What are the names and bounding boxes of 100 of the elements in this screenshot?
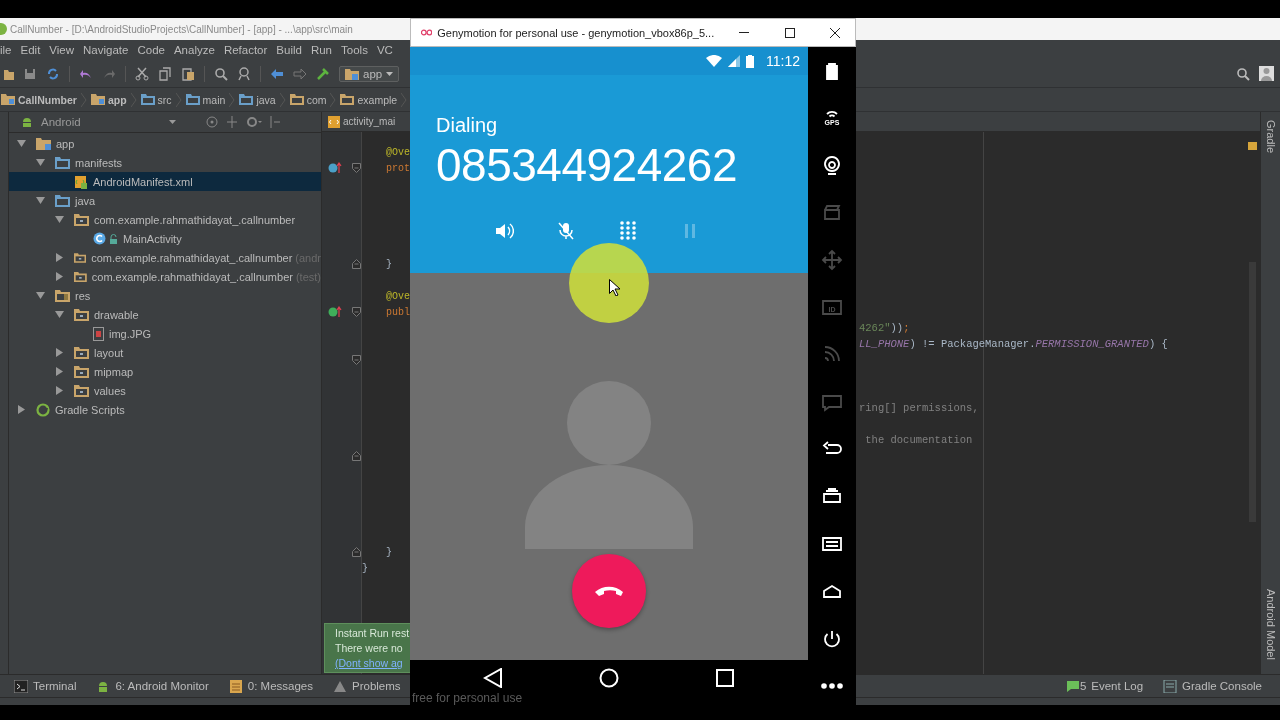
- fold-marker-icon[interactable]: [352, 451, 361, 461]
- call-state: Dialing: [436, 113, 499, 138]
- warning-marker-icon[interactable]: [1248, 142, 1257, 150]
- menu-item[interactable]: Build: [276, 44, 302, 56]
- target-icon[interactable]: [206, 116, 218, 128]
- tool-window-tab[interactable]: 0: Messages: [228, 679, 313, 693]
- tool-window-tab[interactable]: Gradle: [1264, 120, 1277, 154]
- paste-icon[interactable]: [181, 66, 195, 81]
- cursor-icon: [609, 279, 620, 296]
- cut-icon[interactable]: [135, 66, 149, 81]
- breadcrumb-item[interactable]: CallNumber: [1, 93, 77, 106]
- signal-icon: [728, 55, 740, 67]
- expand-arrow-icon[interactable]: [36, 158, 45, 167]
- editor-tab[interactable]: activity_mai: [322, 112, 398, 131]
- breadcrumb-item[interactable]: src: [140, 93, 172, 106]
- expand-arrow-icon[interactable]: [36, 291, 45, 300]
- folder-icon: [74, 213, 89, 226]
- tree-item[interactable]: drawable: [9, 305, 321, 324]
- code-line: }: [385, 546, 392, 558]
- tree-item[interactable]: MainActivity: [9, 229, 321, 248]
- menu-item[interactable]: View: [49, 44, 75, 56]
- fold-marker-icon[interactable]: [352, 547, 361, 557]
- fold-marker-icon[interactable]: [352, 355, 361, 365]
- menu-item[interactable]: VC: [376, 44, 393, 56]
- tool-window-tab[interactable]: 5 Event Log: [1065, 679, 1144, 693]
- breadcrumb-item[interactable]: example: [340, 93, 398, 106]
- search-icon[interactable]: [1236, 66, 1250, 81]
- code-line: @Ove: [385, 290, 410, 302]
- event-log-icon: [1065, 679, 1080, 693]
- gradle-icon: [36, 402, 50, 417]
- run-config-dropdown[interactable]: app: [339, 65, 400, 82]
- end-call-button[interactable]: [572, 554, 646, 628]
- expand-arrow-icon[interactable]: [55, 310, 64, 319]
- implement-marker-icon[interactable]: [328, 306, 342, 318]
- menu-item[interactable]: Edit: [20, 44, 41, 56]
- tree-item[interactable]: img.JPG: [9, 324, 321, 343]
- webcam-icon: [821, 153, 843, 176]
- fold-marker-icon[interactable]: [352, 307, 361, 317]
- hammer-icon[interactable]: [316, 66, 330, 81]
- tree-item[interactable]: layout: [9, 343, 321, 362]
- expand-arrow-icon[interactable]: [55, 348, 64, 357]
- menu-item[interactable]: Refactor: [223, 44, 268, 56]
- expand-arrow-icon[interactable]: [55, 386, 64, 395]
- expand-arrow-icon[interactable]: [17, 405, 26, 414]
- folder-icon: [74, 251, 87, 264]
- save-icon[interactable]: [23, 66, 37, 81]
- expand-arrow-icon[interactable]: [17, 139, 26, 148]
- fold-marker-icon[interactable]: [352, 259, 361, 269]
- caret-icon[interactable]: [169, 120, 176, 124]
- tree-item[interactable]: manifests: [9, 153, 321, 172]
- tool-window-tab[interactable]: Gradle Console: [1163, 679, 1262, 693]
- project-view-dropdown[interactable]: Android: [41, 116, 161, 128]
- settings-icon[interactable]: [246, 116, 262, 128]
- tree-item[interactable]: com.example.rahmathidayat_.callnumber: [9, 210, 321, 229]
- expand-arrow-icon[interactable]: [55, 253, 64, 262]
- tool-window-tab[interactable]: 6: Android Monitor: [96, 679, 209, 693]
- dialpad-icon: [618, 221, 638, 241]
- tool-window-tab[interactable]: Terminal: [14, 679, 77, 693]
- code-line: 4262"));: [859, 322, 910, 334]
- chevron-icon: [130, 92, 137, 107]
- code-line: the documentation: [864, 434, 973, 446]
- collapse-icon[interactable]: [226, 116, 238, 128]
- tree-item[interactable]: Gradle Scripts: [9, 400, 321, 419]
- tree-item[interactable]: mipmap: [9, 362, 321, 381]
- notification-text: There were no: [335, 641, 404, 656]
- menu-item[interactable]: Tools: [341, 44, 368, 56]
- expand-arrow-icon[interactable]: [55, 272, 64, 281]
- expand-arrow-icon[interactable]: [55, 215, 64, 224]
- tree-item[interactable]: java: [9, 191, 321, 210]
- fold-marker-icon[interactable]: [352, 163, 361, 173]
- maximize-icon: [784, 27, 795, 38]
- menu-item[interactable]: Run: [310, 44, 333, 56]
- tool-window-tab[interactable]: Problems: [333, 679, 401, 693]
- folder-icon: [1, 94, 15, 105]
- breadcrumb-item[interactable]: java: [239, 93, 276, 106]
- menu-item[interactable]: Code: [137, 44, 165, 56]
- lock-icon: [109, 233, 118, 244]
- breadcrumb-item[interactable]: app: [90, 93, 127, 106]
- override-marker-icon[interactable]: [328, 162, 342, 174]
- expand-arrow-icon[interactable]: [55, 367, 64, 376]
- forward-arrow-icon[interactable]: [293, 66, 307, 81]
- breadcrumb-item[interactable]: com: [289, 93, 327, 106]
- console-icon: [1163, 679, 1178, 693]
- tool-window-tab[interactable]: Android Model: [1264, 589, 1277, 660]
- folder-icon: [74, 365, 89, 378]
- recents-icon: [716, 669, 734, 687]
- tree-item[interactable]: AndroidManifest.xml: [9, 172, 321, 191]
- menu-item[interactable]: Navigate: [83, 44, 129, 56]
- menu-item[interactable]: ile: [0, 44, 12, 56]
- breadcrumb-item[interactable]: main: [185, 93, 226, 106]
- search-icon[interactable]: [214, 66, 228, 81]
- user-avatar-icon[interactable]: [1259, 66, 1274, 81]
- tree-item[interactable]: res: [9, 286, 321, 305]
- tree-item[interactable]: app: [9, 134, 321, 153]
- copy-icon[interactable]: [158, 66, 172, 81]
- tree-item[interactable]: values: [9, 381, 321, 400]
- chevron-icon: [279, 92, 286, 107]
- menu-item[interactable]: Analyze: [173, 44, 215, 56]
- expand-arrow-icon[interactable]: [36, 196, 45, 205]
- sync-icon[interactable]: [46, 66, 60, 81]
